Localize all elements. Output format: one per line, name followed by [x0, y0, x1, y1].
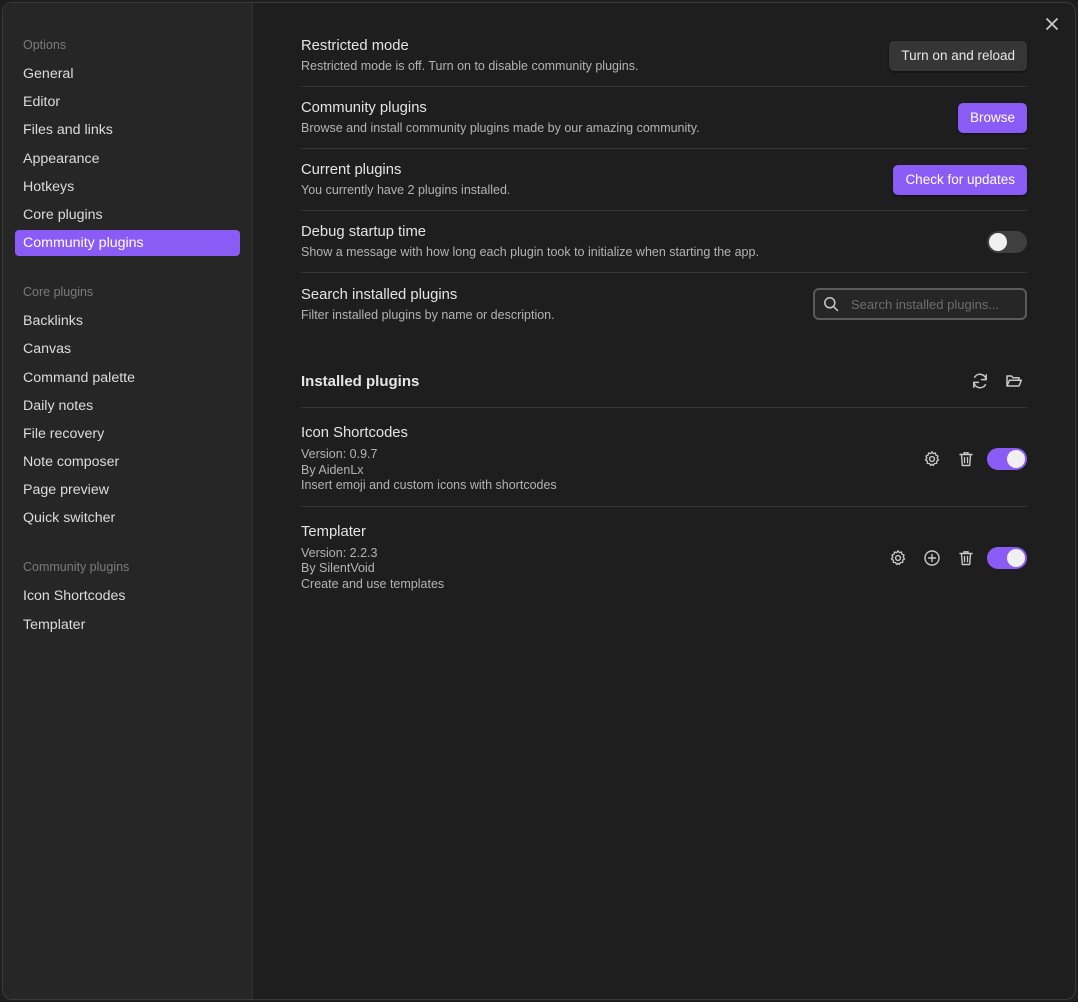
sidebar-item-command-palette[interactable]: Command palette — [15, 365, 240, 391]
sidebar-item-page-preview[interactable]: Page preview — [15, 477, 240, 503]
toggle-knob — [1007, 548, 1025, 567]
setting-info: Debug startup time Show a message with h… — [301, 224, 759, 259]
plugin-enable-toggle[interactable] — [987, 448, 1027, 471]
settings-modal: Options General Editor Files and links A… — [2, 2, 1076, 1000]
toggle-knob — [989, 232, 1007, 251]
debug-startup-toggle[interactable] — [987, 230, 1027, 253]
browse-button[interactable]: Browse — [957, 102, 1027, 133]
installed-plugins-title: Installed plugins — [301, 372, 420, 390]
sidebar-item-file-recovery[interactable]: File recovery — [15, 421, 240, 447]
setting-title: Search installed plugins — [301, 286, 458, 303]
folder-open-icon[interactable] — [1001, 368, 1027, 394]
setting-description: Show a message with how long each plugin… — [301, 245, 759, 259]
setting-info: Community plugins Browse and install com… — [301, 100, 700, 135]
plugin-description: Create and use templates — [301, 576, 445, 591]
sidebar-group-community-plugins: Community plugins Icon Shortcodes Templa… — [3, 557, 252, 637]
setting-description: Restricted mode is off. Turn on to disab… — [301, 59, 639, 73]
plus-circle-icon[interactable] — [919, 545, 945, 571]
setting-info: Current plugins You currently have 2 plu… — [301, 162, 510, 197]
sidebar-group-core-plugins: Core plugins Backlinks Canvas Command pa… — [3, 282, 252, 531]
setting-title: Current plugins — [301, 162, 402, 178]
setting-info: Restricted mode Restricted mode is off. … — [301, 38, 638, 73]
setting-community-plugins: Community plugins Browse and install com… — [301, 87, 1027, 149]
plugin-version: Version: 0.9.7 — [301, 447, 378, 461]
search-input[interactable] — [849, 295, 1013, 313]
plugin-name: Templater — [301, 523, 366, 540]
sidebar-heading: Core plugins — [23, 285, 94, 300]
sidebar-heading: Community plugins — [23, 560, 130, 575]
setting-restricted-mode: Restricted mode Restricted mode is off. … — [301, 25, 1027, 87]
installed-header-actions — [959, 368, 1027, 394]
check-for-updates-button[interactable]: Check for updates — [893, 164, 1027, 195]
sidebar-item-editor[interactable]: Editor — [15, 89, 240, 115]
sidebar-item-backlinks[interactable]: Backlinks — [15, 308, 240, 334]
sidebar-item-core-plugins[interactable]: Core plugins — [15, 202, 240, 228]
settings-content: Restricted mode Restricted mode is off. … — [253, 3, 1075, 999]
trash-icon[interactable] — [953, 446, 979, 472]
toggle-knob — [1007, 450, 1025, 469]
plugin-author: By SilentVoid — [301, 561, 375, 575]
setting-current-plugins: Current plugins You currently have 2 plu… — [301, 149, 1027, 211]
sidebar-group-options: Options General Editor Files and links A… — [3, 35, 252, 257]
sidebar-item-templater[interactable]: Templater — [15, 612, 240, 638]
sidebar-item-canvas[interactable]: Canvas — [15, 336, 240, 362]
sidebar-item-note-composer[interactable]: Note composer — [15, 449, 240, 475]
setting-debug-startup-time: Debug startup time Show a message with h… — [301, 211, 1027, 273]
plugin-info: Templater Version: 2.2.3 By SilentVoid C… — [301, 524, 444, 593]
plugin-version: Version: 2.2.3 — [301, 545, 378, 560]
sidebar-heading: Options — [23, 38, 67, 52]
setting-title: Debug startup time — [301, 224, 427, 240]
plugin-controls — [877, 545, 1027, 571]
sidebar-item-community-plugins[interactable]: Community plugins — [15, 230, 240, 257]
setting-description: Filter installed plugins by name or desc… — [301, 307, 555, 322]
setting-title: Restricted mode — [301, 38, 409, 54]
sidebar-item-quick-switcher[interactable]: Quick switcher — [15, 505, 240, 531]
turn-on-and-reload-button[interactable]: Turn on and reload — [889, 40, 1027, 71]
plugin-item-templater: Templater Version: 2.2.3 By SilentVoid C… — [301, 507, 1027, 605]
plugin-name: Icon Shortcodes — [301, 425, 408, 441]
plugin-author: By AidenLx — [301, 462, 364, 477]
gear-icon[interactable] — [885, 545, 911, 571]
sidebar-item-icon-shortcodes[interactable]: Icon Shortcodes — [15, 583, 240, 609]
sidebar-item-daily-notes[interactable]: Daily notes — [15, 393, 240, 419]
plugin-enable-toggle[interactable] — [987, 546, 1027, 569]
sidebar-item-files-and-links[interactable]: Files and links — [15, 117, 240, 143]
gear-icon[interactable] — [919, 446, 945, 472]
plugin-controls — [911, 446, 1027, 472]
trash-icon[interactable] — [953, 545, 979, 571]
settings-sidebar: Options General Editor Files and links A… — [3, 3, 253, 999]
search-icon — [823, 296, 839, 312]
plugin-info: Icon Shortcodes Version: 0.9.7 By AidenL… — [301, 425, 557, 494]
setting-title: Community plugins — [301, 100, 427, 116]
sidebar-item-appearance[interactable]: Appearance — [15, 146, 240, 172]
setting-description: Browse and install community plugins mad… — [301, 121, 700, 135]
refresh-icon[interactable] — [967, 368, 993, 394]
setting-info: Search installed plugins Filter installe… — [301, 287, 555, 322]
sidebar-item-hotkeys[interactable]: Hotkeys — [15, 174, 240, 200]
installed-plugins-header: Installed plugins — [301, 355, 1027, 408]
sidebar-item-general[interactable]: General — [15, 61, 240, 87]
plugin-description: Insert emoji and custom icons with short… — [301, 478, 557, 492]
setting-description: You currently have 2 plugins installed. — [301, 183, 511, 197]
setting-search-installed: Search installed plugins Filter installe… — [301, 273, 1027, 335]
search-box[interactable] — [813, 288, 1027, 320]
plugin-item-icon-shortcodes: Icon Shortcodes Version: 0.9.7 By AidenL… — [301, 408, 1027, 507]
